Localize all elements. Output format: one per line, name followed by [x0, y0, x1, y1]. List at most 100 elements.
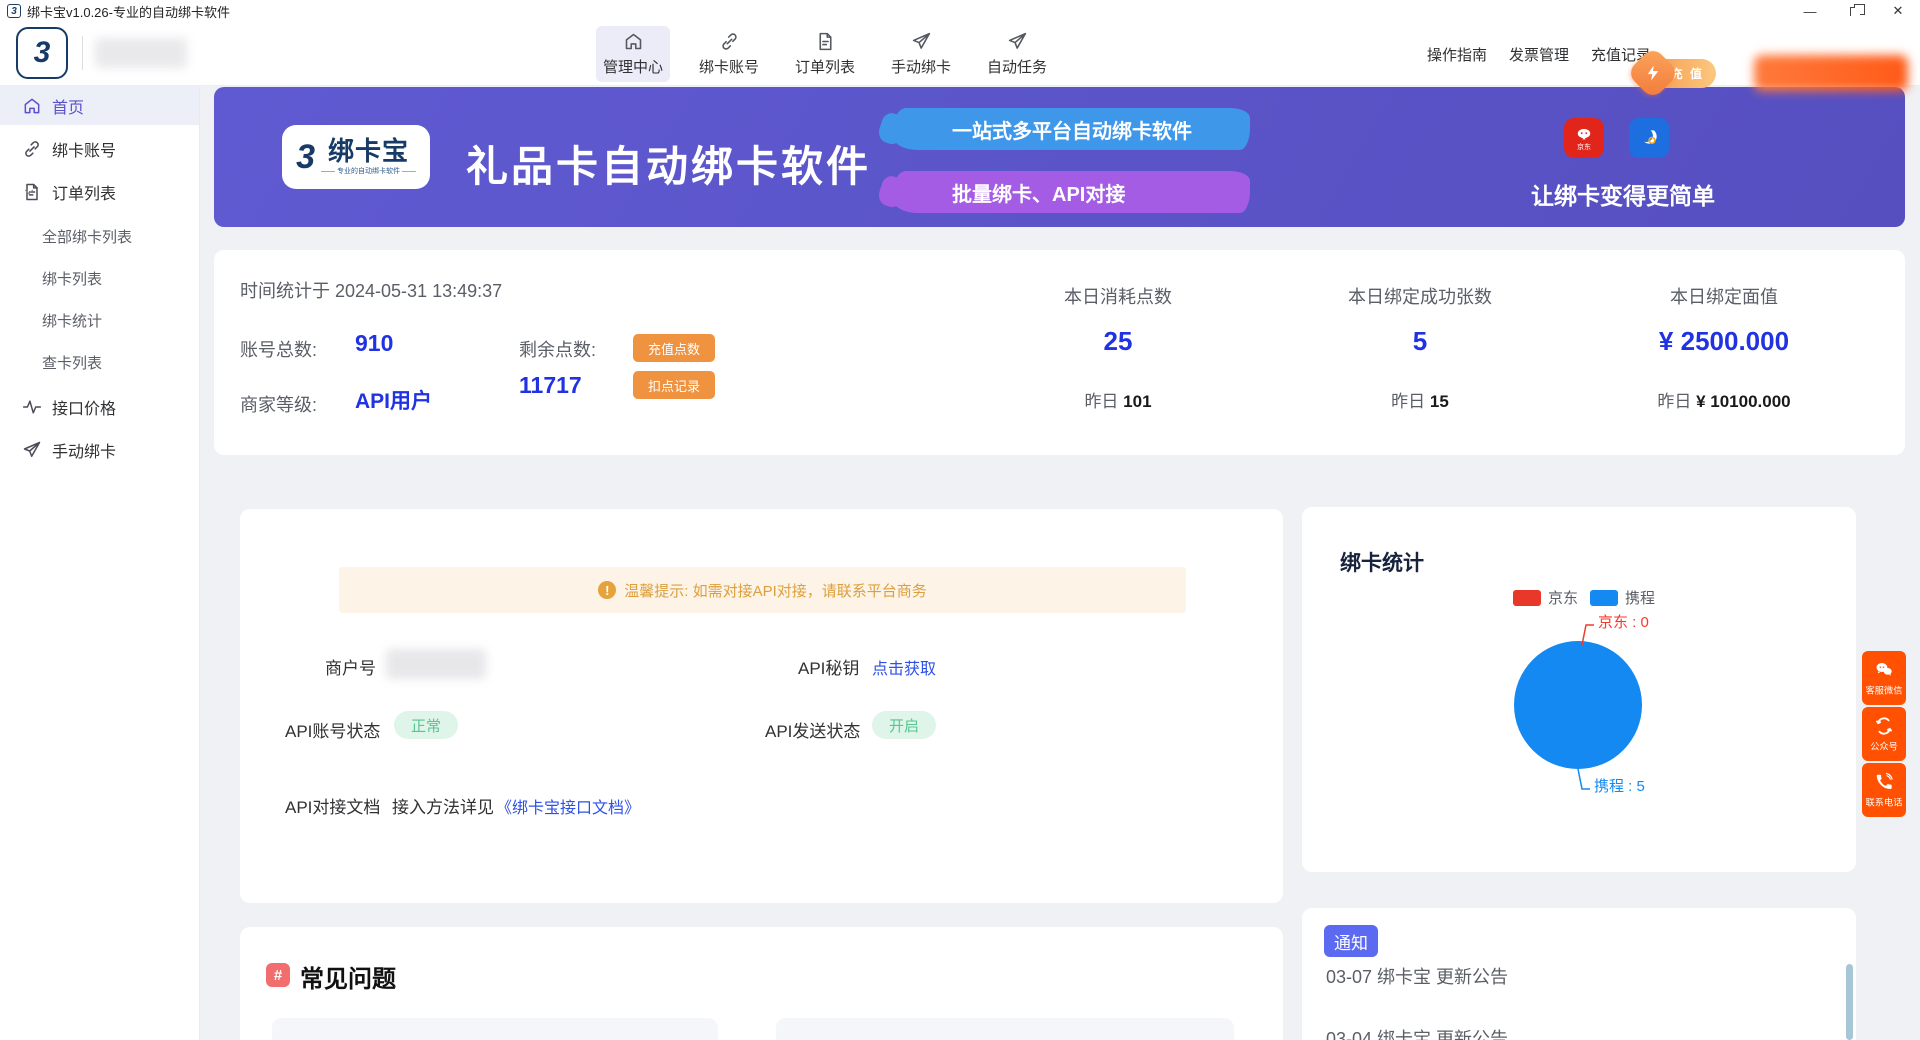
restore-button[interactable] — [1832, 0, 1876, 22]
legend-label: 京东 — [1548, 587, 1578, 608]
send-icon — [22, 440, 42, 460]
stats-card: 时间统计于 2024-05-31 13:49:37 账号总数: 910 商家等级… — [214, 250, 1905, 455]
sidebar-label: 订单列表 — [52, 180, 116, 204]
pie-callout-jd: 京东 : 0 — [1598, 611, 1649, 632]
app-icon: 3 — [7, 4, 21, 18]
user-account-button-redacted[interactable] — [1754, 55, 1908, 91]
legend-item-ctrip[interactable]: 携程 — [1590, 587, 1655, 608]
stat-col-label: 本日绑定成功张数 — [1270, 283, 1570, 309]
contact-phone-button[interactable]: 联系电话 — [1862, 763, 1906, 817]
chart-title: 绑卡统计 — [1340, 547, 1424, 577]
nav-label: 自动任务 — [987, 56, 1047, 77]
sidebar: 首页 绑卡账号 订单列表 全部绑卡列表 绑卡列表 绑卡统计 查卡列表 接口价格 … — [0, 86, 200, 1040]
link-icon — [22, 139, 42, 159]
official-account-icon — [1874, 716, 1894, 736]
floating-contact-bar: 客服微信 公众号 联系电话 — [1862, 651, 1906, 819]
link-invoice-management[interactable]: 发票管理 — [1509, 44, 1569, 65]
nav-item-order-list[interactable]: 订单列表 — [788, 26, 862, 82]
stat-col-cards-bound-today: 本日绑定成功张数 5 昨日 15 — [1270, 250, 1570, 455]
api-doc-prefix: 接入方法详见 — [392, 793, 494, 818]
main-nav: 管理中心 绑卡账号 订单列表 手动绑卡 自动任务 — [596, 26, 1054, 82]
official-account-button[interactable]: 公众号 — [1862, 707, 1906, 761]
deduction-records-button[interactable]: 扣点记录 — [633, 371, 715, 399]
nav-label: 管理中心 — [603, 56, 663, 77]
merchant-id-label: 商户号 — [325, 654, 376, 679]
nav-item-dashboard[interactable]: 管理中心 — [596, 26, 670, 82]
points-remaining-value: 11717 — [519, 372, 582, 399]
document-icon — [815, 31, 836, 52]
sidebar-label: 接口价格 — [52, 395, 116, 419]
nav-label: 订单列表 — [795, 56, 855, 77]
recharge-label: 充 值 — [1671, 65, 1704, 82]
sidebar-sublabel: 全部绑卡列表 — [42, 226, 132, 247]
sidebar-item-home[interactable]: 首页 — [0, 86, 199, 125]
banner-logo: 3 绑卡宝 —— 专业的自动绑卡软件 —— — [282, 125, 430, 189]
pie-callout-ctrip: 携程 : 5 — [1594, 775, 1645, 796]
merchant-id-value-redacted — [386, 649, 486, 679]
nav-item-auto-task[interactable]: 自动任务 — [980, 26, 1054, 82]
bind-statistics-panel: 绑卡统计 京东 携程 京东 : 0 携程 : 5 — [1302, 507, 1856, 872]
float-label: 联系电话 — [1866, 794, 1903, 808]
stat-col-face-value-today: 本日绑定面值 ¥ 2500.000 昨日 ¥ 10100.000 — [1574, 250, 1874, 455]
legend-item-jd[interactable]: 京东 — [1513, 587, 1578, 608]
account-total-label: 账号总数: — [240, 336, 317, 362]
ribbon-text: 批量绑卡、API对接 — [952, 178, 1125, 207]
notice-scrollbar[interactable] — [1846, 964, 1853, 1040]
stat-col-label: 本日消耗点数 — [968, 283, 1268, 309]
stats-timestamp: 时间统计于 2024-05-31 13:49:37 — [240, 277, 502, 303]
sidebar-label: 首页 — [52, 94, 84, 118]
api-doc-link[interactable]: 《绑卡宝接口文档》 — [496, 794, 640, 818]
sidebar-subitem-all-bind-list[interactable]: 全部绑卡列表 — [0, 215, 199, 257]
link-operation-guide[interactable]: 操作指南 — [1427, 44, 1487, 65]
home-icon — [623, 31, 644, 52]
sidebar-item-order-list[interactable]: 订单列表 — [0, 172, 199, 211]
window-titlebar: 3 绑卡宝v1.0.26-专业的自动绑卡软件 — ✕ — [0, 0, 1920, 22]
sidebar-sublabel: 绑卡列表 — [42, 268, 102, 289]
stat-col-points-used-today: 本日消耗点数 25 昨日 101 — [968, 250, 1268, 455]
sidebar-sublabel: 查卡列表 — [42, 352, 102, 373]
sidebar-item-manual-bind[interactable]: 手动绑卡 — [0, 430, 199, 469]
legend-swatch-jd — [1513, 590, 1541, 606]
link-icon — [719, 31, 740, 52]
notice-item[interactable]: 03-04 绑卡宝 更新公告 — [1326, 1025, 1508, 1040]
faq-panel: # 常见问题 — [240, 927, 1283, 1040]
stat-col-value: 25 — [968, 326, 1268, 357]
close-button[interactable]: ✕ — [1876, 0, 1920, 22]
notice-badge: 通知 — [1324, 925, 1378, 957]
legend-swatch-ctrip — [1590, 590, 1618, 606]
window-title: 绑卡宝v1.0.26-专业的自动绑卡软件 — [27, 2, 230, 21]
stat-col-yesterday: 昨日 101 — [968, 387, 1268, 412]
recharge-points-button[interactable]: 充值点数 — [633, 334, 715, 362]
faq-item-card[interactable] — [776, 1018, 1234, 1040]
sidebar-item-api-price[interactable]: 接口价格 — [0, 387, 199, 426]
brand-glyph: 3 — [296, 140, 315, 174]
api-send-status-label: API发送状态 — [765, 717, 860, 742]
sidebar-sublabel: 绑卡统计 — [42, 310, 102, 331]
sidebar-subitem-bind-stats[interactable]: 绑卡统计 — [0, 299, 199, 341]
sidebar-subitem-bind-list[interactable]: 绑卡列表 — [0, 257, 199, 299]
api-key-label: API秘钥 — [798, 654, 859, 679]
chart-legend: 京东 携程 — [1513, 587, 1655, 608]
faq-item-card[interactable] — [272, 1018, 718, 1040]
nav-item-manual-bind[interactable]: 手动绑卡 — [884, 26, 958, 82]
banner-logo-title: 绑卡宝 — [328, 138, 409, 165]
sidebar-subitem-card-query-list[interactable]: 查卡列表 — [0, 341, 199, 383]
customer-service-wechat-button[interactable]: 客服微信 — [1862, 651, 1906, 705]
sidebar-item-card-accounts[interactable]: 绑卡账号 — [0, 129, 199, 168]
send-icon — [1007, 31, 1028, 52]
api-account-status-label: API账号状态 — [285, 717, 380, 742]
warning-text: 温馨提示: 如需对接API对接，请联系平台商务 — [624, 580, 927, 601]
api-key-get-link[interactable]: 点击获取 — [872, 655, 936, 679]
notice-item[interactable]: 03-07 绑卡宝 更新公告 — [1326, 963, 1508, 989]
sidebar-label: 绑卡账号 — [52, 137, 116, 161]
minimize-button[interactable]: — — [1788, 0, 1832, 22]
chevron-down-icon — [22, 185, 36, 199]
api-account-status-badge: 正常 — [394, 711, 458, 739]
wechat-chat-icon — [1874, 660, 1894, 680]
pie-chart — [1514, 641, 1642, 769]
jd-icon-label: 京东 — [1577, 144, 1591, 151]
recharge-button[interactable]: 充 值 — [1650, 59, 1716, 88]
banner-logo-tagline: —— 专业的自动绑卡软件 —— — [321, 166, 416, 176]
nav-item-card-accounts[interactable]: 绑卡账号 — [692, 26, 766, 82]
app-window: 3 绑卡宝v1.0.26-专业的自动绑卡软件 — ✕ 3 管理中心 绑卡账号 — [0, 0, 1920, 1040]
